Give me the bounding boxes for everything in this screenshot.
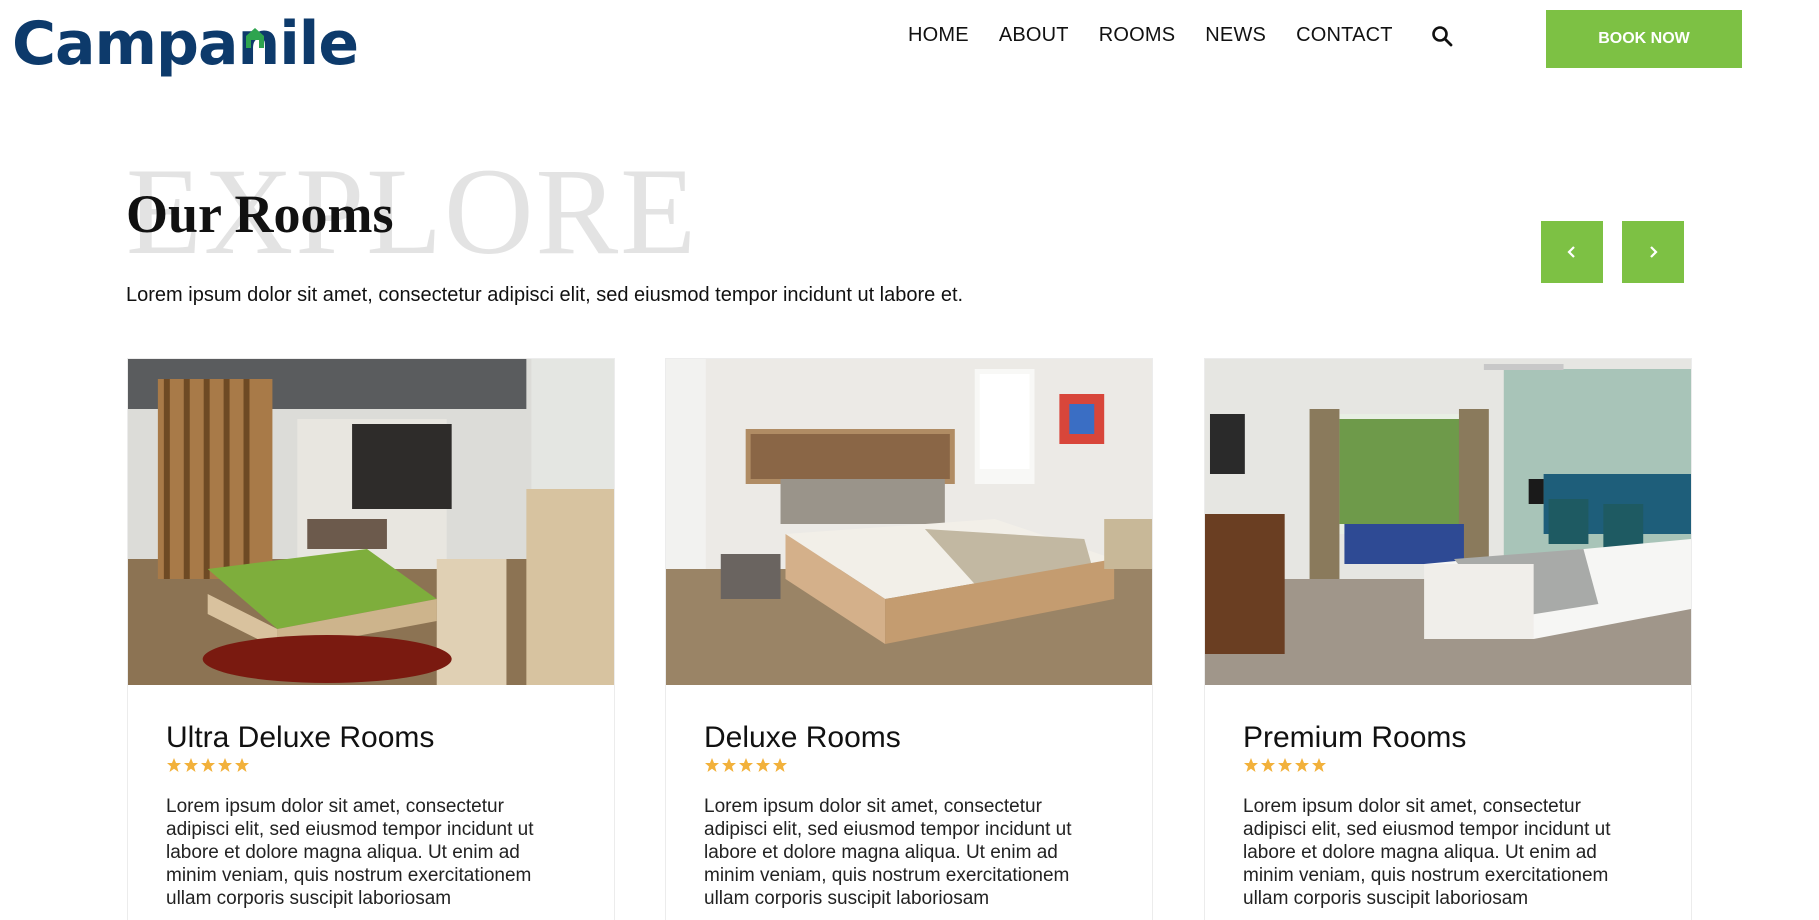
- star-icon: [722, 758, 736, 772]
- rating-stars: [704, 757, 788, 773]
- logo-text-start: Campa: [12, 9, 238, 79]
- star-icon: [1295, 758, 1309, 772]
- chevron-left-icon: [1567, 246, 1575, 258]
- nav-contact[interactable]: CONTACT: [1296, 24, 1393, 47]
- search-icon[interactable]: [1430, 24, 1456, 50]
- star-icon: [1244, 758, 1258, 772]
- room-card[interactable]: Ultra Deluxe Rooms Lorem ipsum dolor sit…: [127, 358, 615, 920]
- nav-home[interactable]: HOME: [908, 24, 969, 47]
- logo-n-letter: n: [237, 9, 280, 79]
- star-icon: [739, 758, 753, 772]
- star-icon: [756, 758, 770, 772]
- star-icon: [1261, 758, 1275, 772]
- room-description: Lorem ipsum dolor sit amet, consectetur …: [1243, 796, 1611, 909]
- star-icon: [218, 758, 232, 772]
- rating-stars: [166, 757, 250, 773]
- site-header: Campa n ile HOME ABOUT ROOMS NEWS CONTACT …: [0, 0, 1819, 90]
- chevron-right-icon: [1650, 246, 1658, 258]
- star-icon: [1312, 758, 1326, 772]
- star-icon: [705, 758, 719, 772]
- room-card[interactable]: Deluxe Rooms Lorem ipsum dolor sit amet,…: [665, 358, 1153, 920]
- room-card[interactable]: Premium Rooms Lorem ipsum dolor sit amet…: [1204, 358, 1692, 920]
- room-photo-deluxe[interactable]: [666, 359, 1152, 685]
- carousel-next-button[interactable]: [1622, 221, 1684, 283]
- room-description: Lorem ipsum dolor sit amet, consectetur …: [704, 796, 1072, 909]
- carousel-prev-button[interactable]: [1541, 221, 1603, 283]
- star-icon: [201, 758, 215, 772]
- star-icon: [235, 758, 249, 772]
- logo-text-end: ile: [279, 9, 359, 79]
- main-nav: HOME ABOUT ROOMS NEWS CONTACT: [908, 24, 1423, 47]
- star-icon: [1278, 758, 1292, 772]
- house-icon: [246, 28, 265, 48]
- nav-about[interactable]: ABOUT: [999, 24, 1069, 47]
- star-icon: [773, 758, 787, 772]
- room-description: Lorem ipsum dolor sit amet, consectetur …: [166, 796, 534, 909]
- logo[interactable]: Campa n ile: [12, 8, 359, 80]
- room-title[interactable]: Premium Rooms: [1243, 721, 1466, 755]
- book-now-button[interactable]: BOOK NOW: [1546, 10, 1742, 68]
- room-photo-premium[interactable]: [1205, 359, 1691, 685]
- section-subtitle: Lorem ipsum dolor sit amet, consectetur …: [126, 284, 964, 306]
- nav-rooms[interactable]: ROOMS: [1099, 24, 1176, 47]
- star-icon: [167, 758, 181, 772]
- room-photo-ultra-deluxe[interactable]: [128, 359, 614, 685]
- section-title: Our Rooms: [126, 184, 394, 244]
- room-title[interactable]: Deluxe Rooms: [704, 721, 901, 755]
- star-icon: [184, 758, 198, 772]
- room-title[interactable]: Ultra Deluxe Rooms: [166, 721, 434, 755]
- nav-news[interactable]: NEWS: [1205, 24, 1266, 47]
- rating-stars: [1243, 757, 1327, 773]
